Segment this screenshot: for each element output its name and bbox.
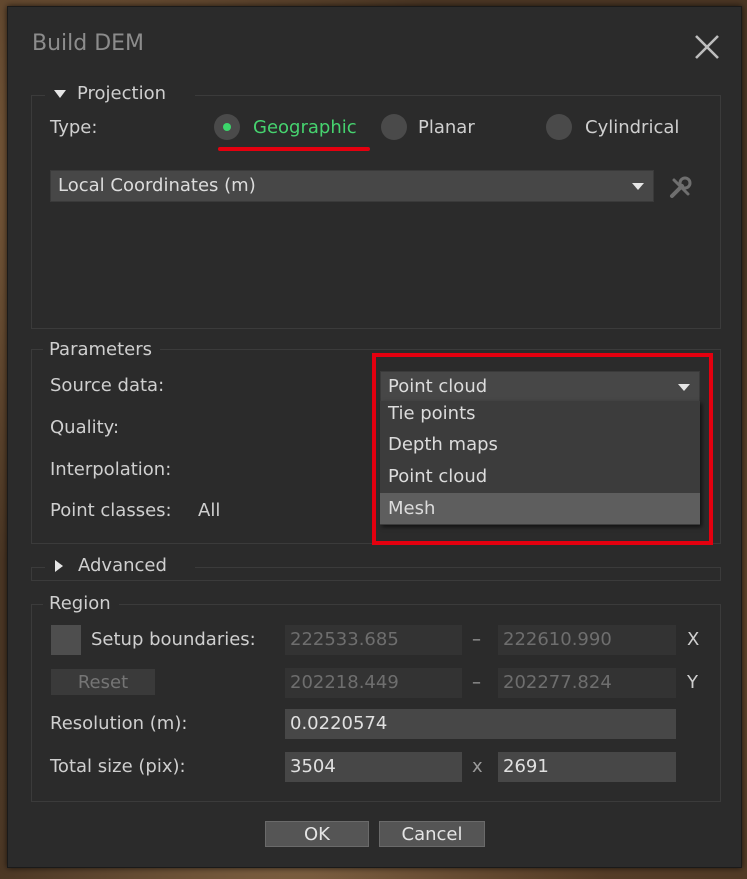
resolution-label: Resolution (m): — [50, 713, 188, 734]
total-width-input[interactable]: 3504 — [285, 752, 462, 782]
option-depth-maps[interactable]: Depth maps — [380, 429, 700, 460]
ok-button[interactable]: OK — [265, 821, 369, 847]
type-label: Type: — [50, 117, 98, 138]
total-height-input[interactable]: 2691 — [498, 752, 676, 782]
quality-label: Quality: — [50, 417, 120, 438]
advanced-toggle[interactable]: Advanced — [45, 555, 195, 579]
option-point-cloud[interactable]: Point cloud — [380, 461, 700, 492]
radio-geographic[interactable]: Geographic — [214, 113, 374, 143]
x-min-field: 222533.685 — [285, 625, 462, 655]
dropdown-arrow-icon — [632, 183, 644, 190]
setup-boundaries-checkbox[interactable] — [51, 625, 81, 655]
resolution-input[interactable]: 0.0220574 — [285, 709, 676, 739]
x-max-field: 222610.990 — [498, 625, 676, 655]
coordinate-system-value: Local Coordinates (m) — [58, 175, 256, 196]
radio-planar[interactable]: Planar — [381, 113, 501, 143]
radio-checked-icon — [214, 114, 240, 140]
collapsed-triangle-icon — [55, 560, 63, 572]
x-range-separator: – — [472, 629, 481, 650]
total-size-label: Total size (pix): — [50, 756, 186, 777]
source-data-value: Point cloud — [388, 376, 488, 397]
advanced-section-title: Advanced — [78, 555, 167, 576]
y-max-field: 202277.824 — [498, 668, 676, 698]
setup-boundaries-label[interactable]: Setup boundaries: — [91, 629, 256, 650]
projection-section-title: Projection — [77, 83, 167, 104]
interpolation-label: Interpolation: — [50, 459, 172, 480]
reset-button[interactable]: Reset — [51, 669, 155, 695]
cancel-button[interactable]: Cancel — [379, 821, 485, 847]
size-separator: x — [472, 756, 483, 777]
option-tie-points[interactable]: Tie points — [380, 398, 700, 429]
coordinate-system-select[interactable]: Local Coordinates (m) — [50, 170, 654, 202]
radio-cylindrical-label: Cylindrical — [585, 117, 680, 138]
parameters-section-title: Parameters — [43, 339, 161, 360]
y-range-separator: – — [472, 672, 481, 693]
radio-unchecked-icon — [546, 114, 572, 140]
y-min-field: 202218.449 — [285, 668, 462, 698]
build-dem-dialog: Build DEM Projection Type: Geographic Pl… — [7, 6, 742, 868]
source-data-dropdown-list: Tie points Depth maps Point cloud Mesh — [380, 401, 700, 525]
option-mesh[interactable]: Mesh — [380, 493, 700, 524]
y-axis-label: Y — [687, 672, 698, 693]
source-data-label: Source data: — [50, 375, 165, 396]
point-classes-label: Point classes: — [50, 500, 172, 521]
wrench-tools-icon[interactable] — [668, 174, 694, 200]
radio-unchecked-icon — [381, 114, 407, 140]
dropdown-arrow-icon — [678, 384, 690, 391]
radio-geographic-label: Geographic — [253, 117, 357, 138]
region-section-title: Region — [43, 593, 119, 614]
dialog-title: Build DEM — [32, 31, 145, 56]
point-classes-value[interactable]: All — [198, 500, 220, 521]
expanded-triangle-icon — [54, 90, 66, 98]
radio-planar-label: Planar — [418, 117, 475, 138]
radio-cylindrical[interactable]: Cylindrical — [546, 113, 706, 143]
x-axis-label: X — [687, 629, 700, 650]
close-icon[interactable] — [692, 32, 722, 62]
annotation-underline — [218, 147, 370, 151]
projection-toggle[interactable]: Projection — [45, 83, 195, 107]
